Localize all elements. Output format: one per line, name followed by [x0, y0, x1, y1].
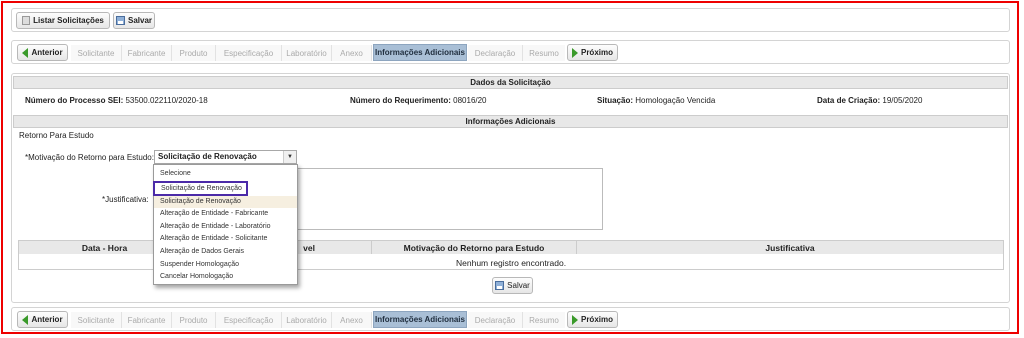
motivacao-dropdown-list: Selecione Solicitação de Renovação Solic…	[153, 164, 298, 285]
step-laboratorio[interactable]: Laboratório	[282, 312, 332, 328]
requerimento-label: Número do Requerimento:	[350, 96, 451, 105]
list-requests-button[interactable]: Listar Solicitações	[16, 12, 110, 29]
step-solicitante[interactable]: Solicitante	[71, 312, 122, 328]
situacao-value: Homologação Vencida	[635, 96, 716, 105]
step-anexo[interactable]: Anexo	[332, 312, 372, 328]
justificativa-textarea[interactable]	[296, 168, 603, 230]
save-button[interactable]: Salvar	[113, 12, 155, 29]
step-solicitante[interactable]: Solicitante	[71, 45, 122, 61]
motivacao-select-value: Solicitação de Renovação	[158, 152, 257, 161]
dropdown-option[interactable]: Alteração de Dados Gerais	[154, 246, 297, 259]
save-label: Salvar	[127, 16, 153, 25]
step-resumo[interactable]: Resumo	[523, 312, 565, 328]
situacao-label: Situação:	[597, 96, 634, 105]
processo-field: Número do Processo SEI: 53500.022110/202…	[25, 96, 208, 105]
requerimento-value: 08016/20	[453, 96, 487, 105]
section-label: Retorno Para Estudo	[19, 131, 94, 140]
wizard-nav-top: Anterior Solicitante Fabricante Produto …	[11, 40, 1010, 64]
save-icon	[495, 281, 505, 290]
step-laboratorio[interactable]: Laboratório	[282, 45, 332, 61]
step-produto[interactable]: Produto	[172, 312, 216, 328]
previous-label: Anterior	[31, 48, 63, 57]
step-resumo[interactable]: Resumo	[523, 45, 565, 61]
step-declaracao[interactable]: Declaração	[468, 312, 523, 328]
motivacao-select[interactable]: Solicitação de Renovação ▼	[154, 150, 297, 164]
arrow-left-icon	[22, 314, 29, 325]
criacao-field: Data de Criação: 19/05/2020	[817, 96, 922, 105]
top-toolbar: Listar Solicitações Salvar	[11, 8, 1010, 32]
step-declaracao[interactable]: Declaração	[468, 45, 523, 61]
step-informacoes-adicionais[interactable]: Informações Adicionais	[373, 311, 467, 328]
arrow-right-icon	[571, 314, 578, 325]
dropdown-option[interactable]: Alteração de Entidade - Solicitante	[154, 233, 297, 246]
next-button-bottom[interactable]: Próximo	[567, 311, 618, 328]
wizard-nav-bottom: Anterior Solicitante Fabricante Produto …	[11, 307, 1010, 331]
list-requests-label: Listar Solicitações	[33, 16, 104, 25]
requerimento-field: Número do Requerimento: 08016/20	[350, 96, 487, 105]
step-fabricante[interactable]: Fabricante	[122, 312, 172, 328]
step-informacoes-adicionais[interactable]: Informações Adicionais	[373, 44, 467, 61]
next-button[interactable]: Próximo	[567, 44, 618, 61]
previous-button[interactable]: Anterior	[17, 44, 68, 61]
list-icon	[22, 16, 31, 25]
dropdown-option[interactable]: Cancelar Homologação	[154, 271, 297, 284]
arrow-left-icon	[22, 47, 29, 58]
processo-value: 53500.022110/2020-18	[125, 96, 208, 105]
form-save-label: Salvar	[507, 281, 530, 290]
step-especificacao[interactable]: Especificação	[216, 312, 282, 328]
dropdown-option-highlighted[interactable]: Solicitação de Renovação	[153, 180, 248, 196]
next-label: Próximo	[580, 315, 613, 324]
dropdown-option[interactable]: Alteração de Entidade - Fabricante	[154, 208, 297, 221]
chevron-down-icon[interactable]: ▼	[283, 151, 296, 163]
arrow-right-icon	[571, 47, 578, 58]
justificativa-label: *Justificativa:	[102, 195, 149, 204]
previous-label: Anterior	[31, 315, 63, 324]
step-anexo[interactable]: Anexo	[332, 45, 372, 61]
dropdown-option-selected[interactable]: Solicitação de Renovação	[154, 195, 297, 209]
previous-button-bottom[interactable]: Anterior	[17, 311, 68, 328]
criacao-label: Data de Criação:	[817, 96, 881, 105]
save-icon	[115, 16, 125, 25]
next-label: Próximo	[580, 48, 613, 57]
info-section-header: Informações Adicionais	[13, 115, 1008, 128]
col-motivacao: Motivação do Retorno para Estudo	[372, 241, 577, 254]
criacao-value: 19/05/2020	[882, 96, 923, 105]
form-save-button[interactable]: Salvar	[492, 277, 533, 294]
empty-table-message: Nenhum registro encontrado.	[456, 258, 567, 268]
processo-label: Número do Processo SEI:	[25, 96, 124, 105]
col-justificativa: Justificativa	[577, 241, 1003, 254]
dados-section-header: Dados da Solicitação	[13, 76, 1008, 89]
step-fabricante[interactable]: Fabricante	[122, 45, 172, 61]
dropdown-option[interactable]: Suspender Homologação	[154, 259, 297, 272]
situacao-field: Situação: Homologação Vencida	[597, 96, 715, 105]
step-produto[interactable]: Produto	[172, 45, 216, 61]
motivacao-label: *Motivação do Retorno para Estudo:	[25, 153, 154, 162]
step-especificacao[interactable]: Especificação	[216, 45, 282, 61]
dropdown-option[interactable]: Alteração de Entidade - Laboratório	[154, 221, 297, 234]
dropdown-option[interactable]: Selecione	[154, 168, 297, 181]
